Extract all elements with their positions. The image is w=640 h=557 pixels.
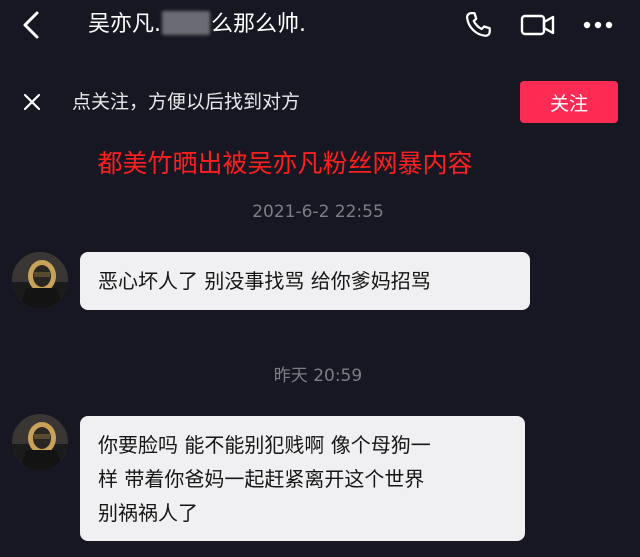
- follow-button[interactable]: 关注: [520, 81, 618, 123]
- voice-call-button[interactable]: [460, 8, 496, 42]
- chat-title: 吴亦凡. 么那么帅.: [88, 10, 306, 40]
- chat-header: 吴亦凡. 么那么帅.: [0, 0, 640, 52]
- sender-avatar[interactable]: [12, 252, 68, 308]
- follow-prompt-bar: 点关注，方便以后找到对方 关注: [0, 72, 640, 132]
- phone-icon: [465, 12, 491, 37]
- message-bubble: 恶心坏人了 别没事找骂 给你爹妈招骂: [80, 252, 530, 310]
- avatar-image: [12, 252, 68, 308]
- message-timestamp: 昨天 20:59: [273, 366, 363, 386]
- chat-title-suffix: 么那么帅.: [211, 12, 306, 37]
- follow-prompt-text: 点关注，方便以后找到对方: [72, 91, 301, 113]
- back-button[interactable]: [14, 8, 48, 42]
- close-prompt-button[interactable]: [18, 88, 46, 116]
- message-text-line: 样 带着你爸妈一起赶紧离开这个世界: [98, 467, 425, 491]
- blurred-name-segment: [162, 11, 210, 35]
- more-options-button[interactable]: [580, 8, 616, 42]
- video-call-button[interactable]: [520, 8, 556, 42]
- chevron-left-icon: [23, 11, 39, 39]
- message-text: 恶心坏人了 别没事找骂 给你爹妈招骂: [98, 269, 431, 293]
- message-bubble: 你要脸吗 能不能别犯贱啊 像个母狗一 样 带着你爸妈一起赶紧离开这个世界 别祸祸…: [80, 416, 525, 541]
- sender-avatar[interactable]: [12, 414, 68, 470]
- chat-title-prefix: 吴亦凡.: [88, 12, 161, 37]
- message-text-line: 别祸祸人了: [98, 501, 198, 525]
- avatar-image: [12, 414, 68, 470]
- more-horizontal-icon: [583, 21, 613, 29]
- close-icon: [23, 93, 41, 111]
- message-timestamp: 2021-6-2 22:55: [252, 202, 384, 222]
- message-text-line: 你要脸吗 能不能别犯贱啊 像个母狗一: [98, 433, 431, 457]
- video-camera-icon: [520, 14, 555, 36]
- headline-caption: 都美竹晒出被吴亦凡粉丝网暴内容: [97, 149, 473, 178]
